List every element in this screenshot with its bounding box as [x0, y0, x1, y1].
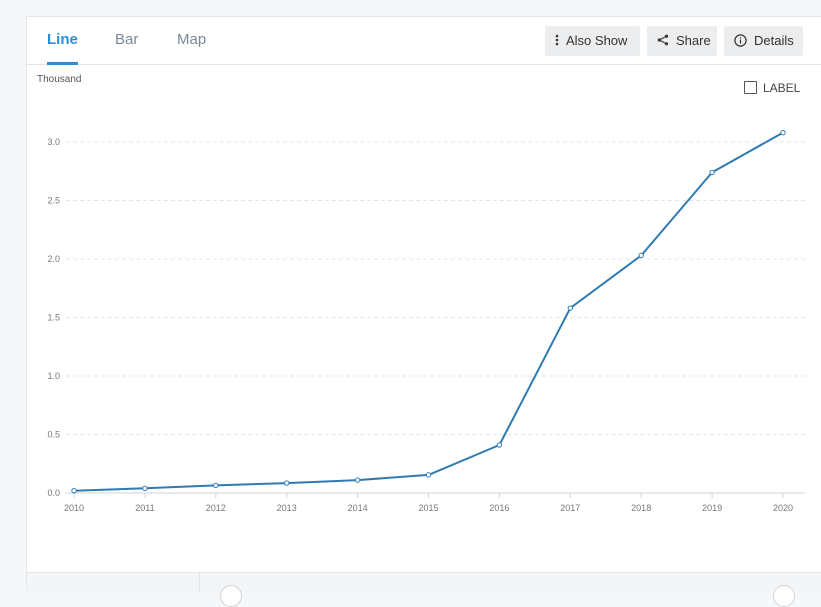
x-tick-label: 2019: [702, 503, 722, 513]
x-tick-label: 2014: [348, 503, 368, 513]
data-point: [71, 487, 77, 494]
y-tick-label: 3.0: [47, 137, 60, 147]
data-point: [213, 482, 219, 489]
data-point: [567, 305, 573, 311]
x-tick-label: 2018: [631, 503, 651, 513]
x-tick-label: 2017: [560, 503, 580, 513]
y-tick-label: 1.5: [47, 313, 60, 323]
footer-right-control[interactable]: [773, 585, 795, 607]
data-point: [284, 480, 290, 486]
x-tick-label: 2013: [277, 503, 297, 513]
chart-card: Line Bar Map Also Show Share Details Tho…: [26, 16, 821, 607]
data-point: [425, 472, 432, 478]
series-line: [73, 131, 784, 492]
y-tick-label: 2.5: [47, 196, 60, 206]
line-chart: 0.0 0.5 1.0 1.5 2.0 2.5 3.0 2010 2011 2012 2013 201…: [47, 129, 805, 513]
x-tick-label: 2012: [206, 503, 226, 513]
data-point: [709, 169, 715, 176]
data-point: [638, 252, 644, 259]
x-tick-label: 2016: [489, 503, 509, 513]
data-point: [780, 129, 786, 136]
x-tick-label: 2015: [418, 503, 438, 513]
y-tick-label: 0.0: [47, 488, 60, 498]
x-tick-label: 2020: [773, 503, 793, 513]
footer-divider: [199, 573, 200, 593]
y-tick-label: 0.5: [47, 430, 60, 440]
data-point: [496, 442, 503, 448]
footer-left-control[interactable]: [220, 585, 242, 607]
y-tick-label: 1.0: [47, 371, 60, 381]
x-tick-label: 2011: [135, 503, 154, 513]
y-tick-label: 2.0: [47, 254, 60, 264]
x-tick-label: 2010: [64, 503, 84, 513]
data-point: [354, 477, 361, 483]
footer-bar: [27, 572, 821, 607]
data-point: [142, 485, 148, 492]
